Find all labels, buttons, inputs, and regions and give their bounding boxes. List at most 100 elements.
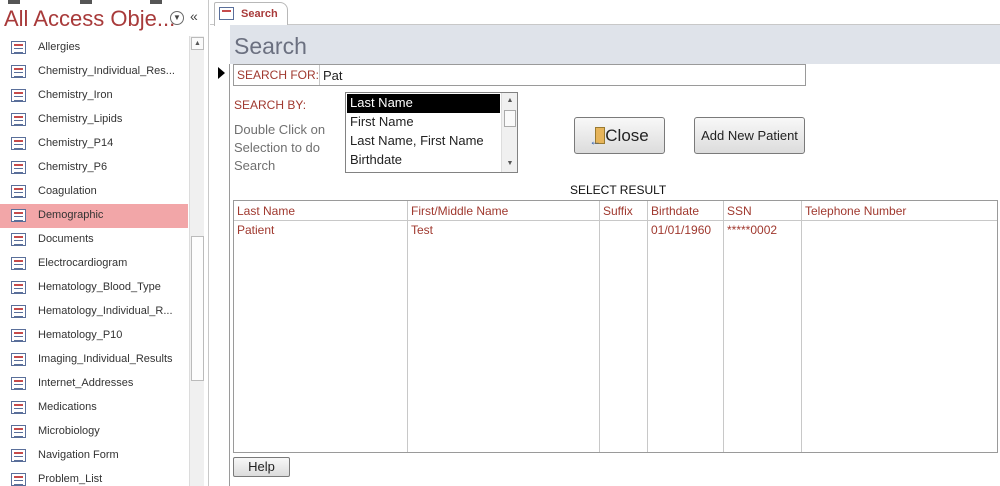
scrollbar-thumb[interactable] [504,110,516,127]
form-icon [11,425,26,438]
form-icon [11,233,26,246]
nav-item-label: Imaging_Individual_Results [38,353,173,365]
form-icon [11,41,26,54]
nav-item-chemistry-lipids[interactable]: Chemistry_Lipids [0,108,188,132]
tab-search[interactable]: Search [214,2,288,26]
nav-item-chemistry-individual-results[interactable]: Chemistry_Individual_Res... [0,60,188,84]
help-button[interactable]: Help [233,457,290,477]
nav-item-hematology-p10[interactable]: Hematology_P10 [0,324,188,348]
search-input[interactable] [319,65,805,85]
column-suffix: Suffix [600,201,648,452]
form-title: Search [234,33,307,59]
listbox-option-last-name[interactable]: Last Name [347,94,500,113]
search-by-listbox[interactable]: Last Name First Name Last Name, First Na… [345,92,518,173]
search-hint-line: Double Click on [234,122,326,137]
nav-item-label: Coagulation [38,185,97,197]
nav-item-label: Medications [38,401,97,413]
nav-item-documents[interactable]: Documents [0,228,188,252]
nav-item-label: Hematology_Blood_Type [38,281,161,293]
nav-item-label: Problem_List [38,473,103,485]
column-ssn: SSN *****0002 [724,201,802,452]
nav-item-problem-list[interactable]: Problem_List [0,468,188,486]
listbox-option-first-name[interactable]: First Name [347,113,500,132]
add-new-patient-button[interactable]: Add New Patient [694,117,805,154]
nav-item-label: Hematology_P10 [38,329,123,341]
search-for-label: SEARCH FOR: [237,68,320,82]
table-cell[interactable]: Patient [237,223,274,237]
nav-item-label: Electrocardiogram [38,257,128,269]
scrollbar-thumb[interactable] [191,236,204,381]
form-icon [11,281,26,294]
column-telephone-number: Telephone Number [802,201,997,452]
nav-title[interactable]: All Access Obje... [4,6,175,32]
column-header: Telephone Number [805,204,907,218]
nav-item-internet-addresses[interactable]: Internet_Addresses [0,372,188,396]
search-hint-line: Selection to do [234,140,321,155]
close-door-icon [589,124,606,159]
record-selector[interactable] [216,64,230,486]
table-cell[interactable]: *****0002 [727,223,777,237]
form-icon [11,89,26,102]
nav-header: All Access Obje... ▼ « [0,0,209,36]
listbox-option-birthdate[interactable]: Birthdate [347,151,500,170]
nav-item-medications[interactable]: Medications [0,396,188,420]
document-area: Search Search SEARCH FOR: SEARCH BY: Dou… [210,0,1000,486]
search-for-row: SEARCH FOR: [233,64,806,86]
select-result-label: SELECT RESULT [570,183,667,197]
nav-item-label: Allergies [38,41,81,53]
nav-scrollbar[interactable]: ▲ [189,36,204,486]
column-first-middle-name: First/Middle Name Test [408,201,600,452]
form-icon [11,305,26,318]
form-icon [11,257,26,270]
form-icon [11,113,26,126]
nav-item-chemistry-iron[interactable]: Chemistry_Iron [0,84,188,108]
chevron-down-icon[interactable]: ▼ [170,11,184,25]
nav-item-label: Hematology_Individual_R... [38,305,173,317]
nav-item-label: Microbiology [38,425,100,437]
nav-item-navigation-form[interactable]: Navigation Form [0,444,188,468]
nav-item-label: Demographic [38,209,104,221]
search-by-label: SEARCH BY: [234,98,307,112]
nav-item-microbiology[interactable]: Microbiology [0,420,188,444]
form-icon [11,209,26,222]
close-button-label: Close [605,126,649,145]
close-button[interactable]: Close [574,117,665,159]
search-hint-line: Search [234,158,276,173]
form-icon [11,185,26,198]
nav-item-label: Chemistry_Individual_Res... [38,65,175,77]
column-header: Birthdate [651,204,700,218]
nav-item-label: Chemistry_Iron [38,89,113,101]
collapse-pane-icon[interactable]: « [190,8,198,24]
listbox-scrollbar[interactable]: ▲ ▼ [501,93,517,172]
nav-item-label: Chemistry_P14 [38,137,114,149]
nav-item-label: Chemistry_Lipids [38,113,123,125]
listbox-option-last-first-name[interactable]: Last Name, First Name [347,132,500,151]
column-header: First/Middle Name [411,204,509,218]
nav-item-hematology-blood-type[interactable]: Hematology_Blood_Type [0,276,188,300]
form-icon [11,65,26,78]
results-list[interactable]: Last Name Patient First/Middle Name Test… [233,200,998,453]
scroll-up-icon[interactable]: ▲ [502,93,518,109]
nav-item-chemistry-p14[interactable]: Chemistry_P14 [0,132,188,156]
nav-item-hematology-individual-results[interactable]: Hematology_Individual_R... [0,300,188,324]
scroll-up-icon[interactable]: ▲ [191,37,204,50]
nav-item-allergies[interactable]: Allergies [0,36,188,60]
form-icon [219,7,234,20]
nav-item-imaging-individual-results[interactable]: Imaging_Individual_Results [0,348,188,372]
form-icon [11,161,26,174]
current-record-arrow-icon [218,67,225,79]
nav-item-electrocardiogram[interactable]: Electrocardiogram [0,252,188,276]
nav-object-list: Allergies Chemistry_Individual_Res... Ch… [0,36,188,486]
column-last-name: Last Name Patient [234,201,408,452]
form-icon [11,353,26,366]
nav-item-chemistry-p6[interactable]: Chemistry_P6 [0,156,188,180]
nav-item-demographic[interactable]: Demographic [0,204,188,228]
tab-label: Search [241,8,278,20]
nav-item-label: Chemistry_P6 [38,161,108,173]
table-cell[interactable]: 01/01/1960 [651,223,711,237]
scroll-down-icon[interactable]: ▼ [502,156,518,172]
table-cell[interactable]: Test [411,223,433,237]
nav-item-coagulation[interactable]: Coagulation [0,180,188,204]
form-header: Search [230,25,1000,64]
nav-item-label: Documents [38,233,94,245]
